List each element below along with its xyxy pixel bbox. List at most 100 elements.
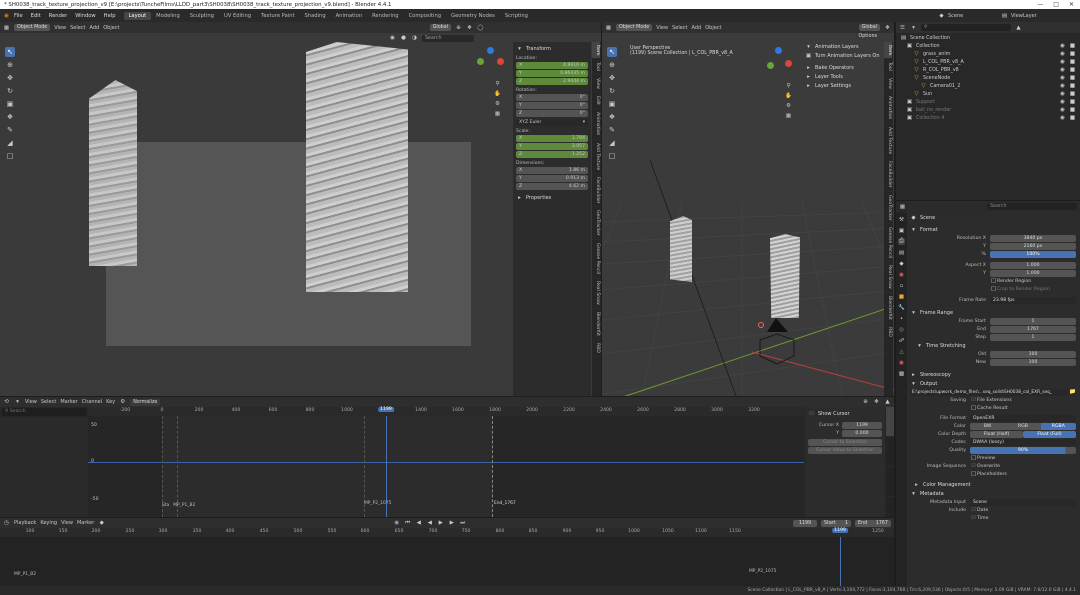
right-gizmo-z-icon[interactable] [775,47,782,54]
npanel-tab-add-texture[interactable]: Add Texture [884,124,892,158]
rotation-x-field[interactable]: X 0° [516,94,588,101]
ge-menu-select[interactable]: Select [41,399,56,405]
anim-layers-header[interactable]: ▾ Animation Layers [805,42,883,51]
view-layer-tab-icon[interactable]: ▤ [898,249,905,256]
camera-toggle-icon[interactable]: ■ [1069,107,1076,114]
outliner-item[interactable]: ▣ ball_no_render ◉ ■ [900,106,1076,114]
graph-sidebar-tab[interactable] [886,437,894,467]
npanel-tab-rbd[interactable]: RBD [592,340,600,357]
workspace-tab-animation[interactable]: Animation [331,12,367,20]
workspace-tab-sculpting[interactable]: Sculpting [185,12,219,20]
pan-hand-icon[interactable]: ✋ [494,90,501,97]
constraints-tab-icon[interactable]: ☍ [898,337,905,344]
annotate-tool-icon[interactable]: ✎ [5,125,15,135]
menu-window[interactable]: Window [71,13,99,19]
npanel-tab-real-snow[interactable]: Real Snow [884,262,892,294]
output-path-field[interactable]: E:\projects\upwork_demo_files\...seq_sol… [910,388,1069,396]
close-icon[interactable]: ✕ [1069,1,1074,8]
rotation-y-field[interactable]: Y 0° [516,102,588,109]
cursor-tool-icon[interactable]: ⊕ [5,60,15,70]
color-bw-button[interactable]: BW [970,422,1006,430]
npanel-tab-facebuilder[interactable]: FaceBuilder [592,174,600,208]
outliner-display-icon[interactable]: ▾ [910,24,917,31]
blender-logo-icon[interactable]: ◉ [3,12,10,19]
minimize-icon[interactable]: — [1037,1,1043,8]
right-add-cube-tool-icon[interactable]: □ [607,151,617,161]
outliner-root[interactable]: ▤ Scene Collection [900,34,1076,42]
snap-icon[interactable]: ❖ [466,24,473,31]
tl-menu-playback[interactable]: Playback [14,520,36,526]
right-annotate-tool-icon[interactable]: ✎ [607,125,617,135]
quality-slider[interactable]: 90% [970,446,1076,454]
crop-checkbox[interactable]: □ [990,286,997,293]
npanel-tab-geotracker[interactable]: GeoTracker [592,207,600,241]
camera-toggle-icon[interactable]: ■ [1069,51,1076,58]
right-camera-view-icon[interactable]: ⚙ [785,102,792,109]
npanel-tab-real-snow[interactable]: Real Snow [592,278,600,310]
proportional-edit-icon[interactable]: ◯ [477,24,484,31]
tl-menu-marker[interactable]: Marker [77,520,94,526]
stereoscopy-header[interactable]: ▸ Stereoscopy [910,370,1076,379]
gizmo-z-icon[interactable] [487,47,494,54]
scale-x-field[interactable]: X 1.794 [516,135,588,142]
ge-snap-icon[interactable]: ❖ [873,399,880,406]
npanel-tab-animation[interactable]: Animation [884,93,892,124]
camera-toggle-icon[interactable]: ■ [1069,43,1076,50]
old-field[interactable]: 100 [990,350,1076,358]
ge-pivot-icon[interactable]: ⊕ [862,399,869,406]
eye-toggle-icon[interactable]: ◉ [1059,75,1066,82]
ge-marker-sta[interactable]: Sta [162,503,169,508]
camera-toggle-icon[interactable]: ■ [1069,91,1076,98]
npanel-tab-edit[interactable]: Edit [592,93,600,110]
output-tab-icon[interactable]: ⎙ [898,238,905,245]
resolution-pct-field[interactable]: 100% [990,250,1076,258]
npanel-tab-view[interactable]: View [592,75,600,94]
current-frame-field[interactable]: 1199 [793,519,817,527]
gizmo-y-icon[interactable] [477,58,484,65]
record-icon[interactable]: ◉ [393,520,400,527]
frame-start-field[interactable]: 1 [990,317,1076,325]
dimensions-x-field[interactable]: X 1.86 m [516,167,588,174]
vp-menu-select[interactable]: Select [70,25,85,31]
pivot-icon[interactable]: ⊕ [455,24,462,31]
layer-tools-panel[interactable]: ▸ Layer Tools [805,72,883,81]
world-tab-icon[interactable]: ◉ [898,271,905,278]
vp-menu-view[interactable]: View [54,25,66,31]
overwrite-checkbox[interactable]: ☑ [970,463,977,470]
camera-toggle-icon[interactable]: ■ [1069,59,1076,66]
outliner-item[interactable]: ▣ Collection 4 ◉ ■ [900,114,1076,122]
transform-tool-icon[interactable]: ❖ [5,112,15,122]
shading-material-icon[interactable]: ◑ [411,35,418,42]
frame-step-field[interactable]: 1 [990,333,1076,341]
modifier-tab-icon[interactable]: 🔧 [898,304,905,311]
object-tab-icon[interactable]: ■ [898,293,905,300]
cursor-value-to-selection-button[interactable]: Cursor Value to Selection [808,447,882,454]
npanel-tab-add-texture[interactable]: Add Texture [592,140,600,174]
add-cube-tool-icon[interactable]: □ [5,151,15,161]
outliner-type-icon[interactable]: ☰ [899,24,906,31]
workspace-tab-uv-editing[interactable]: UV Editing [219,12,256,20]
jump-end-icon[interactable]: ⏭ [459,520,466,527]
right-move-tool-icon[interactable]: ✥ [607,73,617,83]
ge-menu-key[interactable]: Key [106,399,115,405]
shading-solid-icon[interactable]: ● [400,35,407,42]
rotate-tool-icon[interactable]: ↻ [5,86,15,96]
time-checkbox[interactable]: ☑ [970,515,977,522]
physics-tab-icon[interactable]: ◎ [898,326,905,333]
location-y-field[interactable]: Y 0.86435 m [516,70,588,77]
workspace-tab-layout[interactable]: Layout [123,11,152,20]
outliner-item[interactable]: ▽ grass_anim ◉ ■ [900,50,1076,58]
eye-toggle-icon[interactable]: ◉ [1059,67,1066,74]
scale-tool-icon[interactable]: ▣ [5,99,15,109]
location-x-field[interactable]: X 4.8916 m [516,62,588,69]
camera-toggle-icon[interactable]: ■ [1069,75,1076,82]
tl-marker-p2[interactable]: MP_P2_1075 [749,569,776,574]
folder-icon[interactable]: 📁 [1069,389,1076,396]
right-gizmo-y-icon[interactable] [767,62,774,69]
npanel-tab-animation[interactable]: Animation [592,109,600,140]
npanel-tab-item[interactable]: Item [884,42,892,60]
play-icon[interactable]: ▶ [437,520,444,527]
color-management-header[interactable]: ▸ Color Management [910,480,1076,489]
menu-file[interactable]: File [10,13,27,19]
right-transform-tool-icon[interactable]: ❖ [607,112,617,122]
